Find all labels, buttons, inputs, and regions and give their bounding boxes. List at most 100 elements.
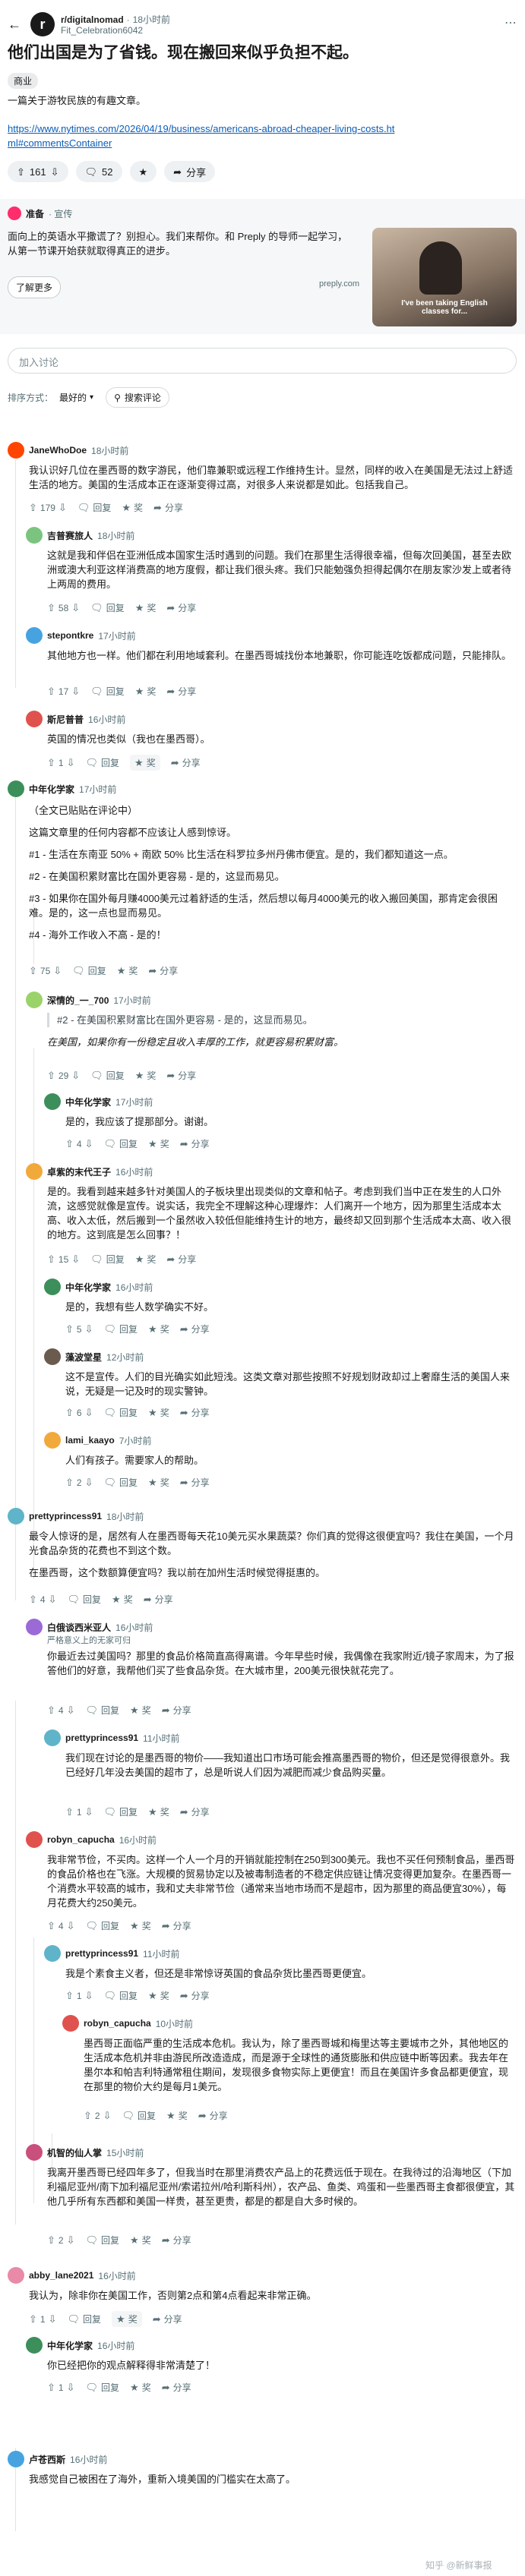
comment-author[interactable]: 机智的仙人掌	[47, 2146, 102, 2159]
award-button[interactable]: ★ 奖	[148, 1137, 169, 1150]
upvote-icon[interactable]: ⇧	[29, 503, 37, 512]
downvote-icon[interactable]: ⇩	[71, 686, 80, 696]
downvote-icon[interactable]: ⇩	[53, 966, 62, 976]
upvote-icon[interactable]: ⇧	[65, 1324, 74, 1334]
reply-button[interactable]: 🗨 回复	[104, 1805, 138, 1818]
award-button[interactable]: ★ 奖	[148, 1406, 169, 1419]
downvote-icon[interactable]: ⇩	[67, 2235, 75, 2245]
upvote-icon[interactable]: ⇧	[65, 1991, 74, 2001]
share-button[interactable]: ➦ 分享	[198, 2109, 228, 2122]
avatar[interactable]	[62, 2015, 79, 2032]
thread-line[interactable]	[33, 1938, 34, 2203]
search-comments-button[interactable]: ⚲ 搜索评论	[106, 387, 169, 408]
post-author[interactable]: Fit_Celebration6042	[61, 25, 143, 36]
upvote-icon[interactable]: ⇧	[84, 2111, 92, 2120]
upvote-icon[interactable]: ⇧	[29, 1594, 37, 1604]
reply-button[interactable]: 🗨 回复	[86, 1919, 120, 1932]
sponsored-ad[interactable]: 准备 · 宣传 面向上的英语水平撒谎了？别担心。我们来帮你。和 Preply 的…	[0, 199, 525, 334]
share-button[interactable]: ➦ 分享	[180, 1323, 210, 1335]
share-button[interactable]: ➦ 分享	[180, 1805, 210, 1818]
comment-author[interactable]: lami_kaayo	[65, 1435, 115, 1446]
reply-button[interactable]: 🗨 回复	[86, 2234, 120, 2247]
ad-domain[interactable]: preply.com	[319, 279, 359, 288]
share-button[interactable]: ➦ 分享	[171, 756, 201, 769]
downvote-icon[interactable]: ⇩	[51, 167, 59, 177]
award-button[interactable]: ★ 奖	[135, 685, 157, 698]
share-button[interactable]: ➦ 分享	[153, 501, 183, 514]
downvote-icon[interactable]: ⇩	[59, 503, 67, 512]
thread-line[interactable]	[15, 460, 16, 688]
downvote-icon[interactable]: ⇩	[85, 1991, 93, 2001]
thread-line[interactable]	[33, 1048, 34, 1579]
downvote-icon[interactable]: ⇩	[71, 603, 80, 613]
reply-button[interactable]: 🗨 回复	[104, 1989, 138, 2002]
upvote-icon[interactable]: ⇧	[47, 1705, 55, 1715]
more-options-button[interactable]: ⋯	[504, 15, 517, 30]
reply-button[interactable]: 🗨 回复	[86, 2381, 120, 2394]
downvote-icon[interactable]: ⇩	[85, 1324, 93, 1334]
post-comments-button[interactable]: 🗨 52	[75, 161, 122, 182]
share-button[interactable]: ➦ 分享	[180, 1989, 210, 2002]
share-button[interactable]: ➦ 分享	[153, 2313, 182, 2325]
share-button[interactable]: ➦ 分享	[162, 1919, 191, 1932]
share-button[interactable]: ➦ 分享	[162, 2381, 191, 2394]
downvote-icon[interactable]: ⇩	[85, 1408, 93, 1417]
downvote-icon[interactable]: ⇩	[71, 1070, 80, 1080]
avatar[interactable]	[26, 1831, 43, 1848]
share-button[interactable]: ➦ 分享	[180, 1406, 210, 1419]
reply-button[interactable]: 🗨 回复	[72, 964, 106, 977]
downvote-icon[interactable]: ⇩	[85, 1807, 93, 1817]
downvote-icon[interactable]: ⇩	[67, 758, 75, 768]
comment-author[interactable]: 中年化学家	[29, 783, 74, 796]
avatar[interactable]	[26, 2144, 43, 2161]
award-button[interactable]: ★ 奖	[130, 755, 160, 771]
avatar[interactable]	[26, 627, 43, 644]
avatar[interactable]	[26, 992, 43, 1008]
upvote-icon[interactable]: ⇧	[47, 603, 55, 613]
avatar[interactable]	[44, 1348, 61, 1365]
ad-brand[interactable]: 准备	[26, 207, 44, 220]
thread-line[interactable]	[15, 780, 16, 1600]
upvote-icon[interactable]: ⇧	[47, 1254, 55, 1264]
award-button[interactable]: ★ 奖	[112, 1593, 133, 1606]
avatar[interactable]	[26, 1619, 43, 1635]
upvote-icon[interactable]: ⇧	[47, 1070, 55, 1080]
comment-author[interactable]: JaneWhoDoe	[29, 445, 87, 456]
comment-author[interactable]: 吉普赛旅人	[47, 529, 93, 542]
avatar[interactable]	[44, 1729, 61, 1746]
avatar[interactable]	[8, 2267, 24, 2284]
downvote-icon[interactable]: ⇩	[67, 1921, 75, 1931]
reply-button[interactable]: 🗨 回复	[77, 501, 112, 514]
reply-button[interactable]: 🗨 回复	[90, 601, 125, 614]
share-button[interactable]: ➦ 分享	[166, 685, 196, 698]
avatar[interactable]	[44, 1432, 61, 1449]
comment-author[interactable]: prettyprincess91	[29, 1511, 102, 1521]
upvote-icon[interactable]: ⇧	[17, 167, 25, 177]
post-share-button[interactable]: ➦ 分享	[164, 161, 216, 182]
avatar[interactable]	[26, 527, 43, 544]
upvote-icon[interactable]: ⇧	[29, 966, 37, 976]
reply-button[interactable]: 🗨 回复	[90, 685, 125, 698]
reply-button[interactable]: 🗨 回复	[86, 1704, 120, 1717]
upvote-icon[interactable]: ⇧	[47, 1921, 55, 1931]
downvote-icon[interactable]: ⇩	[67, 2382, 75, 2392]
award-button[interactable]: ★ 奖	[135, 1253, 157, 1266]
upvote-icon[interactable]: ⇧	[65, 1477, 74, 1487]
thread-line[interactable]	[15, 1701, 16, 2224]
comment-author[interactable]: 卓紫的末代王子	[47, 1165, 111, 1178]
avatar[interactable]	[8, 1508, 24, 1524]
comment-author[interactable]: 中年化学家	[47, 2339, 93, 2352]
award-button[interactable]: ★ 奖	[135, 1069, 157, 1082]
reply-button[interactable]: 🗨 回复	[90, 1069, 125, 1082]
award-button[interactable]: ★ 奖	[130, 2381, 151, 2394]
upvote-icon[interactable]: ⇧	[29, 2314, 37, 2324]
comment-author[interactable]: 白俄谈西米亚人	[47, 1621, 111, 1634]
downvote-icon[interactable]: ⇩	[49, 2314, 57, 2324]
upvote-icon[interactable]: ⇧	[47, 2382, 55, 2392]
avatar[interactable]	[44, 1945, 61, 1962]
comment-author[interactable]: robyn_capucha	[84, 2018, 151, 2029]
share-button[interactable]: ➦ 分享	[162, 1704, 191, 1717]
downvote-icon[interactable]: ⇩	[49, 1594, 57, 1604]
share-button[interactable]: ➦ 分享	[144, 1593, 173, 1606]
avatar[interactable]	[8, 442, 24, 459]
